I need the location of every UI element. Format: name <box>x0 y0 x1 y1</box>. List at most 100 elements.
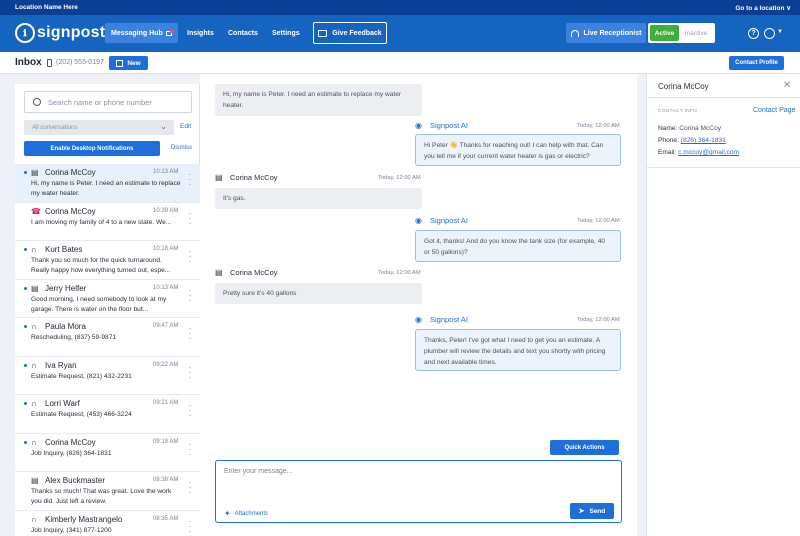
contact-phone-row: Phone: (826) 364-1831 <box>658 137 726 144</box>
conversation-time: 08:38 AM <box>153 477 179 483</box>
user-avatar-icon[interactable] <box>764 28 775 39</box>
contact-name-row: Name: Corina McCoy <box>658 125 721 132</box>
nav-contacts[interactable]: Contacts <box>222 23 264 43</box>
conversation-time: 09:47 AM <box>153 323 179 329</box>
compose-icon <box>116 59 124 67</box>
more-options-icon[interactable]: · · · <box>187 285 193 304</box>
quick-actions-button[interactable]: Quick Actions <box>550 440 619 455</box>
conversation-time: 09:22 AM <box>153 361 179 368</box>
conversation-preview: I am moving my family of 4 to a new stat… <box>31 218 172 226</box>
contact-page-link[interactable]: Contact Page <box>753 107 795 114</box>
conversation-item[interactable]: ∩ Paula Mora 09:47 AM Rescheduling, (837) 5… <box>15 318 200 357</box>
contact-email-link[interactable]: c.mccoy@gmail.com <box>678 149 739 156</box>
unread-dot <box>24 248 27 251</box>
give-feedback-button[interactable]: Give Feedback <box>313 22 387 44</box>
mail-badge-icon <box>165 28 174 36</box>
feedback-icon <box>318 29 328 37</box>
nav-insights[interactable]: Insights <box>181 23 220 43</box>
more-options-icon[interactable]: · · · <box>187 208 193 227</box>
enable-notifications-button[interactable]: Enable Desktop Notifications <box>24 141 160 156</box>
filter-value: All conversations <box>32 124 78 131</box>
conversation-preview: Thank you so much for the quick turnarou… <box>31 257 171 274</box>
conversation-item[interactable]: ▤ Alex Buckmaster 08:38 AM Thanks so much! … <box>15 472 200 511</box>
more-options-icon[interactable]: · · · <box>187 478 193 497</box>
chevron-down-icon[interactable]: ▼ <box>777 29 783 35</box>
more-options-icon[interactable]: · · · <box>187 516 193 535</box>
message-text: It's gas. <box>223 195 246 202</box>
chat-icon: ▤ <box>31 283 39 293</box>
outgoing-message: Thanks, Peter! I've got what I need to g… <box>415 329 621 371</box>
inbox-header: Inbox (202) 555-0197 New Contact Profile <box>0 52 800 74</box>
conversation-filter-select[interactable]: All conversations ⌄ <box>24 120 174 135</box>
attachments-label: Attachments <box>234 510 269 517</box>
nav-settings[interactable]: Settings <box>266 23 306 43</box>
conversation-item[interactable]: ∩ Iva Ryan 09:22 AM Estimate Request, (821)… <box>15 356 200 395</box>
logo[interactable]: ℹ signpost <box>15 23 105 43</box>
inbox-phone-number: (202) 555-0197 <box>56 59 104 66</box>
headset-icon: ∩ <box>31 322 37 331</box>
conversation-name: Iva Ryan <box>45 360 77 370</box>
conversation-preview: Good morning, I need somebody to look at… <box>31 295 167 313</box>
message-composer[interactable]: Enter your message... ✦ Attachments ➤ Se… <box>215 460 622 523</box>
conversation-name: Paula Mora <box>45 322 86 331</box>
feedback-label: Give Feedback <box>332 29 382 37</box>
more-options-icon[interactable]: · · · <box>187 247 193 266</box>
goto-location-link[interactable]: Go to a location ∨ <box>735 4 791 12</box>
more-options-icon[interactable]: · · · <box>187 324 193 343</box>
toggle-inactive[interactable]: Inactive <box>679 30 713 37</box>
conversation-preview: Job Inquiry, (341) 877-1200 <box>31 526 112 534</box>
attachments-button[interactable]: ✦ Attachments <box>224 509 268 518</box>
unread-dot <box>24 440 27 444</box>
search-input[interactable]: Search name or phone number <box>24 91 192 113</box>
signpost-ai-icon: ◉ <box>415 121 422 130</box>
incoming-message: Pretty sure it's 40 gallons <box>215 283 422 304</box>
unread-dot <box>24 363 27 367</box>
message-time: Today, 12:00 AM <box>577 123 620 129</box>
chat-icon: ▤ <box>215 268 223 277</box>
contact-phone-link[interactable]: (826) 364-1831 <box>681 137 726 144</box>
field-label: Phone: <box>658 137 679 144</box>
signpost-logo-icon: ℹ <box>15 23 35 43</box>
conversation-time: 10:13 AM <box>153 284 179 291</box>
conversation-item[interactable]: ∩ Corina McCoy 09:19 AM Job Inquiry, (826) … <box>15 433 200 472</box>
conversation-item[interactable]: ∩ Kimberly Mastrangelo 08:35 AM Job Inquiry… <box>15 510 200 536</box>
location-name: Location Name Here <box>15 4 78 11</box>
page-title: Inbox <box>15 57 42 68</box>
dismiss-link[interactable]: Dismiss <box>171 145 192 151</box>
send-icon: ➤ <box>578 508 585 515</box>
chat-icon: ▤ <box>215 173 223 182</box>
new-message-button[interactable]: New <box>109 56 148 70</box>
conversation-item[interactable]: ▤ Corina McCoy 10:13 AM Hi, my name is Pete… <box>15 164 200 203</box>
conversation-item[interactable]: ☎ Corina McCoy 10:39 AM I am moving my fami… <box>15 202 200 241</box>
receptionist-status-toggle[interactable]: Active Inactive <box>648 23 715 43</box>
more-options-icon[interactable]: · · · <box>187 362 193 381</box>
conversation-time: 10:39 AM <box>153 207 179 214</box>
more-options-icon[interactable]: · · · <box>187 439 193 458</box>
conversation-preview: Hi, my name is Peter. I need an estimate… <box>31 180 181 197</box>
conversation-name: Corina McCoy <box>45 437 96 447</box>
conversation-item[interactable]: ▤ Jerry Helfer 10:13 AM Good morning, I nee… <box>15 279 200 318</box>
more-options-icon[interactable]: · · · <box>187 401 193 420</box>
contact-profile-button[interactable]: Contact Profile <box>729 56 784 70</box>
paperclip-icon: ✦ <box>224 509 231 518</box>
new-label: New <box>127 59 141 67</box>
close-icon[interactable]: ✕ <box>783 80 791 91</box>
sender-name: Signpost AI <box>430 315 468 324</box>
message-time: Today, 12:00 AM <box>378 270 421 276</box>
conversation-item[interactable]: ∩ Kurt Bates 10:18 AM Thank you so much for… <box>15 241 200 280</box>
conversation-time: 10:13 AM <box>153 169 179 175</box>
send-button[interactable]: ➤ Send <box>570 503 614 519</box>
edit-link[interactable]: Edit <box>180 123 191 130</box>
more-options-icon[interactable]: · · · <box>187 170 193 189</box>
toggle-active[interactable]: Active <box>650 25 679 41</box>
help-icon[interactable]: ? <box>748 28 759 39</box>
conversation-name: Kurt Bates <box>45 245 83 254</box>
message-sender: ▤ Corina McCoy <box>215 173 278 182</box>
message-text: Pretty sure it's 40 gallons <box>223 290 297 297</box>
nav-messaging-hub[interactable]: Messaging Hub <box>105 23 178 43</box>
unread-dot <box>24 286 27 290</box>
unread-dot <box>24 325 27 328</box>
signpost-ai-icon: ◉ <box>415 315 422 324</box>
conversation-item[interactable]: ∩ Lorri Warf 09:21 AM Estimate Request, (45… <box>15 395 200 434</box>
live-receptionist-button[interactable]: Live Receptionist <box>566 23 646 43</box>
